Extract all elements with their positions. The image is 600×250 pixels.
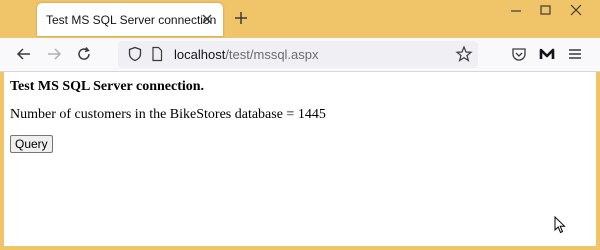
hamburger-menu-icon[interactable] xyxy=(566,45,584,63)
reload-icon[interactable] xyxy=(75,45,93,63)
query-button[interactable]: Query xyxy=(10,135,53,153)
close-icon[interactable] xyxy=(200,12,214,26)
tab-strip: Test MS SQL Server connection xyxy=(0,0,600,38)
minimize-icon[interactable] xyxy=(508,4,524,16)
url-path: /test/mssql.aspx xyxy=(225,47,319,62)
url-bar[interactable]: localhost/test/mssql.aspx xyxy=(118,41,478,68)
maximize-icon[interactable] xyxy=(538,4,554,16)
star-icon[interactable] xyxy=(455,45,473,63)
mouse-cursor-icon xyxy=(554,216,566,234)
back-arrow-icon[interactable] xyxy=(15,45,33,63)
browser-window: Test MS SQL Server connection localhost/… xyxy=(0,0,600,250)
tab-active[interactable]: Test MS SQL Server connection xyxy=(37,3,223,36)
page-icon xyxy=(152,46,163,62)
close-window-icon[interactable] xyxy=(568,4,584,16)
tab-title: Test MS SQL Server connection xyxy=(46,12,217,27)
customer-count-text: Number of customers in the BikeStores da… xyxy=(10,107,326,122)
shield-icon[interactable] xyxy=(128,46,142,62)
url-host: localhost xyxy=(174,47,226,62)
forward-arrow-icon[interactable] xyxy=(45,45,63,63)
page-heading: Test MS SQL Server connection. xyxy=(10,79,205,94)
plus-icon[interactable] xyxy=(233,10,249,26)
pocket-icon[interactable] xyxy=(510,45,528,63)
page-content: Test MS SQL Server connection. Number of… xyxy=(4,72,596,246)
nav-toolbar: localhost/test/mssql.aspx xyxy=(0,38,600,72)
m-logo-icon[interactable] xyxy=(538,45,556,63)
url-text: localhost/test/mssql.aspx xyxy=(174,47,319,62)
